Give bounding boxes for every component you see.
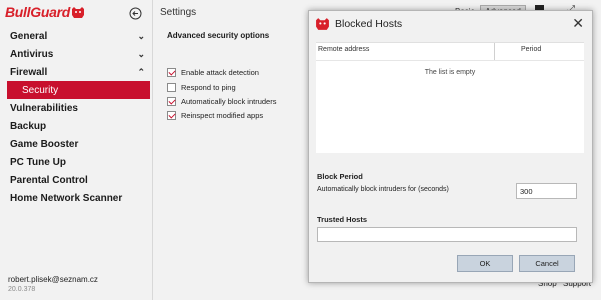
sidebar-item-backup[interactable]: Backup [0,117,153,135]
sidebar: BullGuard General ⌄ Antivirus ⌄ Firewall… [0,0,153,300]
sidebar-item-home-network-scanner[interactable]: Home Network Scanner [0,189,153,207]
sidebar-item-label: Backup [10,120,47,132]
blocked-hosts-table: Remote address Period The list is empty [316,42,584,153]
sidebar-item-pc-tune-up[interactable]: PC Tune Up [0,153,153,171]
chevron-down-icon: ⌄ [137,48,145,59]
checkbox[interactable] [167,68,176,77]
user-email[interactable]: robert.plisek@seznam.cz [8,275,98,284]
sidebar-item-label: Vulnerabilities [10,102,78,114]
column-header-period[interactable]: Period [521,46,541,53]
sidebar-nav: General ⌄ Antivirus ⌄ Firewall ⌃ Securit… [0,27,153,207]
chevron-up-icon: ⌃ [137,66,145,77]
brand-logo: BullGuard [5,4,85,20]
empty-list-message: The list is empty [424,69,476,76]
dialog-title: Blocked Hosts [335,18,403,30]
header-divider [316,60,584,61]
sidebar-subitem-security[interactable]: Security [7,81,150,99]
option-label: Respond to ping [181,83,236,92]
sidebar-item-label: Antivirus [10,48,54,60]
ok-button[interactable]: OK [457,255,513,272]
option-auto-block-intruders[interactable]: Automatically block intruders [167,97,276,106]
chevron-down-icon: ⌄ [137,30,145,41]
sidebar-item-label: Parental Control [10,174,88,186]
brand-name: BullGuard [5,4,70,20]
sidebar-item-antivirus[interactable]: Antivirus ⌄ [0,45,153,63]
version-label: 20.0.378 [8,286,36,293]
dialog-title-bar: Blocked Hosts ✕ [309,11,592,37]
column-divider [494,43,495,60]
cancel-button[interactable]: Cancel [519,255,575,272]
bulldog-icon [71,6,84,18]
column-header-remote-address[interactable]: Remote address [318,46,369,53]
sidebar-item-firewall[interactable]: Firewall ⌃ [0,63,153,81]
sidebar-item-game-booster[interactable]: Game Booster [0,135,153,153]
block-period-label: Automatically block intruders for (secon… [317,186,449,193]
option-attack-detection[interactable]: Enable attack detection [167,68,259,77]
option-label: Enable attack detection [181,68,259,77]
option-label: Automatically block intruders [181,97,277,106]
sidebar-item-label: Firewall [10,66,48,78]
option-respond-to-ping[interactable]: Respond to ping [167,83,236,92]
checkbox[interactable] [167,111,176,120]
checkbox[interactable] [167,97,176,106]
blocked-hosts-dialog: Blocked Hosts ✕ Remote address Period Th… [308,10,593,283]
sidebar-item-label: Home Network Scanner [10,192,123,204]
back-arrow-icon[interactable] [129,7,142,20]
sidebar-item-vulnerabilities[interactable]: Vulnerabilities [0,99,153,117]
trusted-hosts-input[interactable] [317,227,577,242]
sidebar-item-label: General [10,30,48,42]
page-title: Settings [160,7,197,18]
block-period-input[interactable] [516,183,577,199]
sidebar-item-label: Game Booster [10,138,79,150]
option-label: Reinspect modified apps [181,111,264,120]
section-heading: Advanced security options [167,31,270,40]
checkbox[interactable] [167,83,176,92]
sidebar-item-general[interactable]: General ⌄ [0,27,153,45]
bulldog-icon [316,18,329,30]
option-reinspect-modified-apps[interactable]: Reinspect modified apps [167,111,263,120]
block-period-heading: Block Period [317,172,363,181]
sidebar-item-label: PC Tune Up [10,156,66,168]
trusted-hosts-heading: Trusted Hosts [317,215,368,224]
close-icon[interactable]: ✕ [572,15,584,32]
sidebar-item-parental-control[interactable]: Parental Control [0,171,153,189]
